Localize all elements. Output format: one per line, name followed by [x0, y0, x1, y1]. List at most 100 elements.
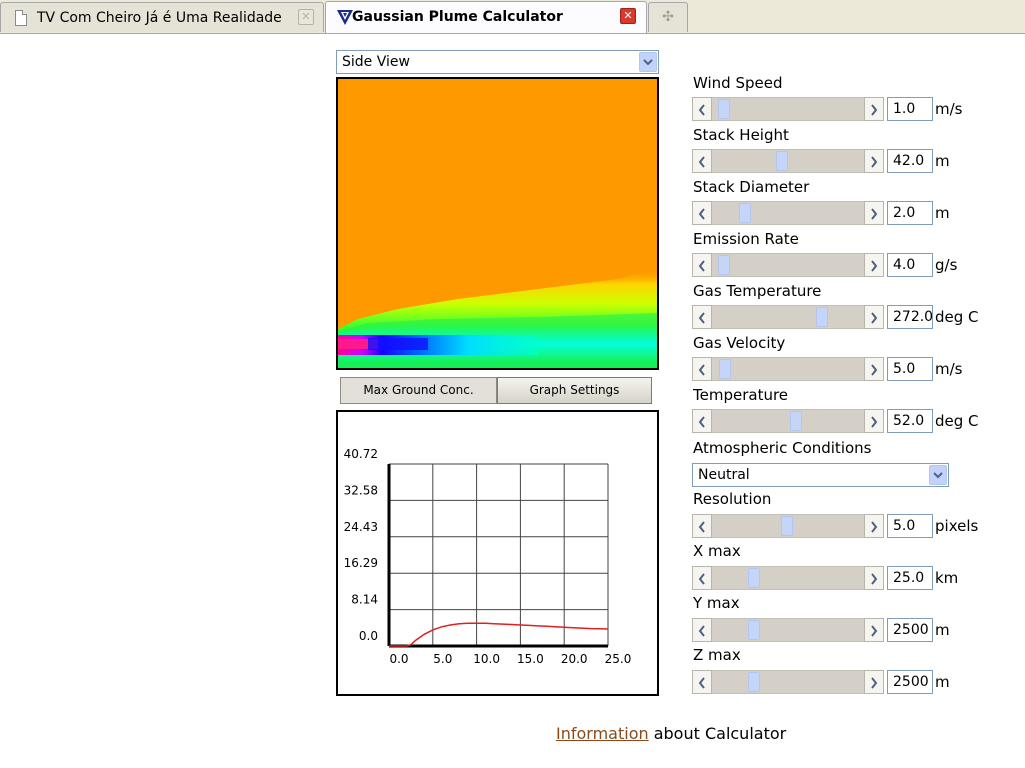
x-tick-label: 25.0 [605, 652, 632, 666]
increment-arrow-icon[interactable] [864, 357, 884, 381]
plume-side-view [336, 77, 659, 370]
slider-thumb[interactable] [718, 255, 730, 275]
tab-tv-com-cheiro[interactable]: TV Com Cheiro Já é Uma Realidade ✕ [0, 2, 324, 32]
param-value-input[interactable]: 2500 [887, 670, 933, 694]
param-unit: deg C [935, 308, 979, 326]
slider-track[interactable] [712, 618, 864, 642]
document-icon [15, 10, 27, 26]
slider-thumb[interactable] [790, 411, 802, 431]
x-tick-label: 10.0 [473, 652, 500, 666]
increment-arrow-icon[interactable] [864, 253, 884, 277]
increment-arrow-icon[interactable] [864, 409, 884, 433]
decrement-arrow-icon[interactable] [692, 305, 712, 329]
param-label: Temperature [693, 386, 789, 404]
param-value-input[interactable]: 42.0 [887, 149, 933, 173]
close-tab-icon[interactable]: ✕ [620, 8, 636, 24]
param-value-input[interactable]: 4.0 [887, 253, 933, 277]
close-tab-icon[interactable]: ✕ [298, 9, 314, 25]
param-label: Gas Temperature [693, 282, 822, 300]
param-slider[interactable] [692, 201, 884, 225]
new-tab-button[interactable]: ✣ [648, 2, 688, 32]
slider-track[interactable] [712, 305, 864, 329]
atmospheric-conditions-value: Neutral [698, 467, 750, 483]
param-unit: m [935, 673, 950, 691]
increment-arrow-icon[interactable] [864, 97, 884, 121]
concentration-graph: 0.0 5.0 10.0 15.0 20.0 25.0 0.0 8.14 16.29 24.43 3… [336, 410, 659, 696]
view-select[interactable]: Side View [336, 50, 659, 74]
param-unit: m [935, 152, 950, 170]
slider-track[interactable] [712, 149, 864, 173]
param-value-input[interactable]: 1.0 [887, 97, 933, 121]
decrement-arrow-icon[interactable] [692, 357, 712, 381]
param-label: Y max [693, 594, 740, 612]
slider-thumb[interactable] [748, 620, 760, 640]
slider-track[interactable] [712, 409, 864, 433]
slider-thumb[interactable] [816, 307, 828, 327]
param-unit: m [935, 204, 950, 222]
increment-arrow-icon[interactable] [864, 566, 884, 590]
decrement-arrow-icon[interactable] [692, 409, 712, 433]
chevron-down-icon[interactable] [929, 465, 947, 485]
graph-settings-button[interactable]: Graph Settings [497, 377, 652, 404]
slider-track[interactable] [712, 670, 864, 694]
decrement-arrow-icon[interactable] [692, 149, 712, 173]
increment-arrow-icon[interactable] [864, 149, 884, 173]
param-value-input[interactable]: 2500 [887, 618, 933, 642]
decrement-arrow-icon[interactable] [692, 97, 712, 121]
concentration-series-line [389, 622, 609, 647]
information-link[interactable]: Information [556, 724, 649, 743]
increment-arrow-icon[interactable] [864, 305, 884, 329]
param-label: Z max [693, 646, 741, 664]
decrement-arrow-icon[interactable] [692, 566, 712, 590]
increment-arrow-icon[interactable] [864, 514, 884, 538]
slider-thumb[interactable] [748, 568, 760, 588]
param-value-input[interactable]: 272.0 [887, 305, 933, 329]
param-slider[interactable] [692, 357, 884, 381]
slider-track[interactable] [712, 201, 864, 225]
param-value-input[interactable]: 2.0 [887, 201, 933, 225]
decrement-arrow-icon[interactable] [692, 201, 712, 225]
param-slider[interactable] [692, 253, 884, 277]
decrement-arrow-icon[interactable] [692, 618, 712, 642]
decrement-arrow-icon[interactable] [692, 670, 712, 694]
param-slider[interactable] [692, 305, 884, 329]
decrement-arrow-icon[interactable] [692, 514, 712, 538]
slider-track[interactable] [712, 97, 864, 121]
decrement-arrow-icon[interactable] [692, 253, 712, 277]
slider-track[interactable] [712, 514, 864, 538]
slider-thumb[interactable] [748, 672, 760, 692]
param-slider[interactable] [692, 514, 884, 538]
atmospheric-conditions-select[interactable]: Neutral [692, 463, 949, 487]
y-tick-label: 8.14 [351, 593, 378, 607]
y-tick-label: 16.29 [344, 556, 378, 570]
param-value-input[interactable]: 52.0 [887, 409, 933, 433]
param-slider[interactable] [692, 97, 884, 121]
slider-track[interactable] [712, 253, 864, 277]
param-slider[interactable] [692, 618, 884, 642]
param-slider[interactable] [692, 149, 884, 173]
param-label: Emission Rate [693, 230, 799, 248]
chevron-down-icon[interactable] [639, 52, 657, 72]
param-unit: g/s [935, 256, 958, 274]
param-value-input[interactable]: 5.0 [887, 357, 933, 381]
slider-thumb[interactable] [719, 359, 731, 379]
slider-thumb[interactable] [776, 151, 788, 171]
increment-arrow-icon[interactable] [864, 618, 884, 642]
y-tick-label: 24.43 [344, 520, 378, 534]
param-slider[interactable] [692, 409, 884, 433]
increment-arrow-icon[interactable] [864, 201, 884, 225]
slider-track[interactable] [712, 357, 864, 381]
slider-thumb[interactable] [781, 516, 793, 536]
param-slider[interactable] [692, 670, 884, 694]
param-value-input[interactable]: 5.0 [887, 514, 933, 538]
param-value-input[interactable]: 25.0 [887, 566, 933, 590]
param-slider[interactable] [692, 566, 884, 590]
tab-gaussian-plume[interactable]: Gaussian Plume Calculator ✕ [325, 1, 647, 33]
max-ground-conc-button[interactable]: Max Ground Conc. [340, 377, 497, 404]
slider-thumb[interactable] [718, 99, 730, 119]
param-unit: km [935, 569, 959, 587]
tab-label: Gaussian Plume Calculator [352, 9, 563, 25]
slider-thumb[interactable] [739, 203, 751, 223]
slider-track[interactable] [712, 566, 864, 590]
increment-arrow-icon[interactable] [864, 670, 884, 694]
